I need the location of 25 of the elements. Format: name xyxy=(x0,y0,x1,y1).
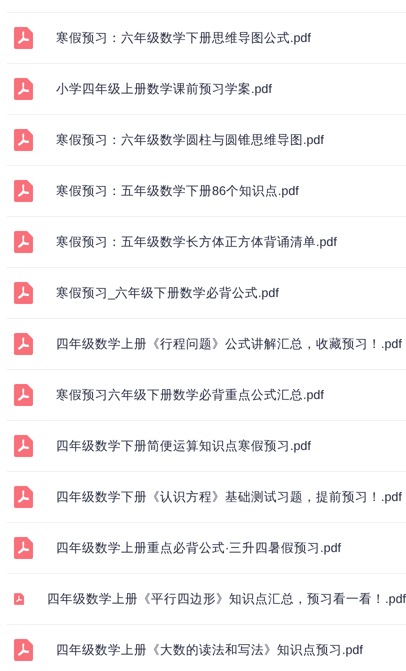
file-name[interactable]: 四年级数学下册简便运算知识点寒假预习.pdf xyxy=(56,438,311,454)
file-name[interactable]: 寒假预习：六年级数学下册思维导图公式.pdf xyxy=(56,30,311,46)
file-name[interactable]: 小学四年级上册数学课前预习学案.pdf xyxy=(56,80,272,98)
file-name[interactable]: 寒假预习：六年级数学圆柱与圆锥思维导图.pdf xyxy=(56,132,324,148)
pdf-file-icon xyxy=(14,231,33,253)
pdf-file-icon xyxy=(14,129,33,151)
file-name[interactable]: 四年级数学上册《大数的读法和写法》知识点预习.pdf xyxy=(56,642,363,658)
file-name[interactable]: 寒假预习六年级下册数学必背重点公式汇总.pdf xyxy=(56,386,324,404)
pdf-file-icon xyxy=(14,537,33,559)
pdf-file-icon xyxy=(14,486,33,508)
pdf-file-icon xyxy=(14,333,33,355)
pdf-file-icon xyxy=(14,78,33,100)
pdf-file-icon xyxy=(14,180,33,202)
pdf-file-icon xyxy=(14,282,33,304)
file-name[interactable]: 四年级数学下册《认识方程》基础测试习题，提前预习！.pdf xyxy=(56,488,402,506)
file-name[interactable]: 寒假预习：五年级数学长方体正方体背诵清单.pdf xyxy=(56,234,337,250)
pdf-file-icon xyxy=(14,639,33,661)
file-name[interactable]: 四年级数学上册《行程问题》公式讲解汇总，收藏预习！.pdf xyxy=(56,336,402,352)
file-name[interactable]: 四年级数学上册重点必背公式·三升四暑假预习.pdf xyxy=(56,540,342,556)
pdf-file-icon xyxy=(14,435,33,457)
file-name[interactable]: 寒假预习_六年级下册数学必背公式.pdf xyxy=(56,284,279,302)
file-name[interactable]: 寒假预习：五年级数学下册86个知识点.pdf xyxy=(56,182,299,200)
pdf-file-icon xyxy=(14,384,33,406)
pdf-file-icon xyxy=(14,27,33,49)
file-name[interactable]: 四年级数学上册《平行四边形》知识点汇总，预习看一看！.pdf xyxy=(47,590,406,608)
